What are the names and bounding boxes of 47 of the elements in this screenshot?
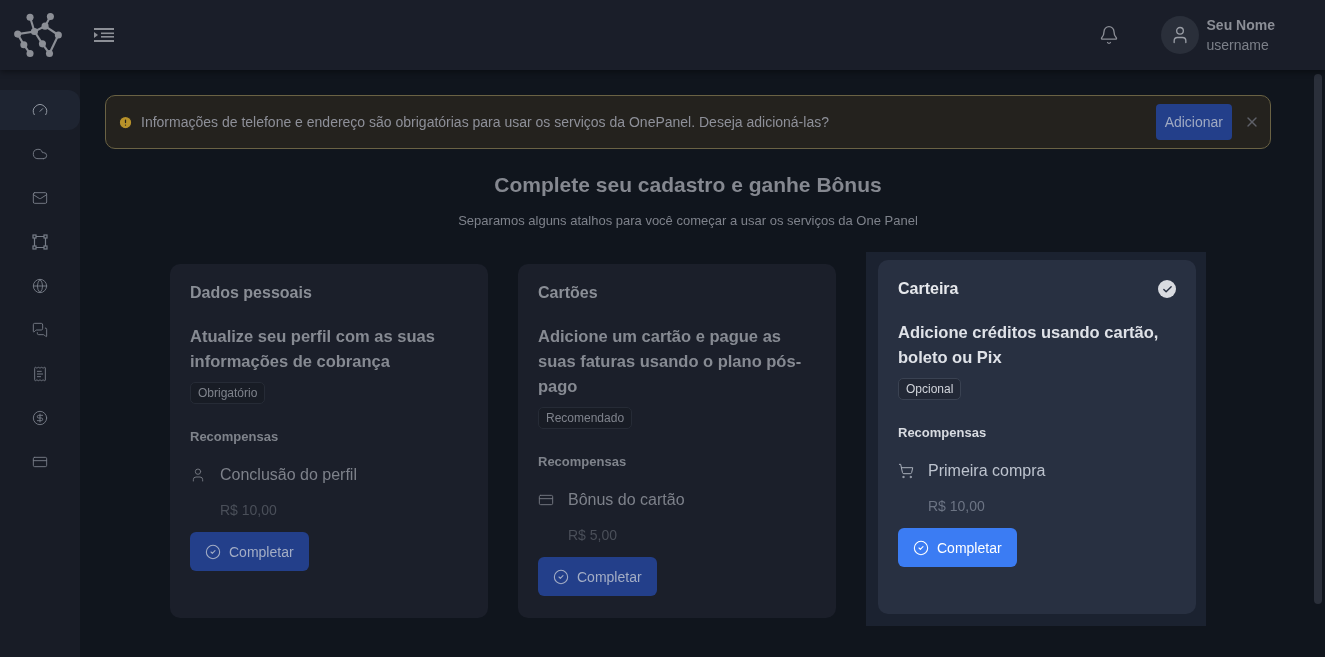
reward-name: Conclusão do perfil [220,466,357,484]
notification-bell-icon[interactable] [1098,25,1119,45]
credit-card-icon [32,454,48,470]
frame-icon [32,234,48,250]
card-tag: Recomendado [538,407,633,429]
check-circle-icon [553,568,569,585]
receipt-icon [32,366,48,382]
card-tag: Obrigatório [190,382,266,404]
check-circle-icon [205,543,221,560]
gauge-icon [32,102,48,118]
user-handle: username [1206,37,1270,53]
page-subtitle: Separamos alguns atalhos para você começar a usar os serviços da One Panel [458,213,918,228]
dollar-icon [32,410,48,426]
page-title: Complete seu cadastro e ganhe Bônus [494,173,882,197]
mail-icon [32,190,48,206]
complete-button[interactable]: Completar [898,528,1017,567]
avatar[interactable] [1160,16,1199,54]
reward-name: Primeira compra [928,462,1046,480]
card-title: Cartões [538,284,598,302]
reward-name: Bônus do cartão [568,491,685,509]
rewards-label: Recompensas [538,454,628,469]
globe-icon [32,278,48,294]
rewards-label: Recompensas [190,429,280,444]
card-description: Adicione créditos usando cartão, boleto ou Pix [898,322,1160,368]
card-tag: Opcional [898,378,962,400]
card-title: Dados pessoais [190,284,312,302]
menu-icon[interactable] [94,27,114,43]
card-description: Atualize seu perfil com as suas informações de cobrança [190,326,436,372]
chat-icon [32,322,48,338]
complete-button[interactable]: Completar [190,532,309,571]
card-description: Adicione um cartão e pague as suas faturas usando o plano pós-pago [538,326,803,397]
warning-icon [118,114,133,130]
credit-card-icon [538,492,554,508]
logo [12,12,64,58]
check-circle-icon [913,539,929,556]
rewards-label: Recompensas [898,425,988,440]
user-icon [190,467,206,483]
complete-button[interactable]: Completar [538,557,657,596]
scrollbar[interactable] [1314,74,1322,604]
add-button[interactable]: Adicionar [1155,104,1232,140]
reward-amount: R$ 10,00 [928,498,986,514]
user-name: Seu Nome [1206,17,1275,33]
card-title: Carteira [898,280,959,298]
sidebar-item[interactable] [0,90,80,130]
cart-icon [898,463,914,479]
cloud-icon [32,146,48,162]
alert-message: Informações de telefone e endereço são obrigatórias para usar os serviços da OnePanel. Deseja adicioná-las? [141,114,830,130]
